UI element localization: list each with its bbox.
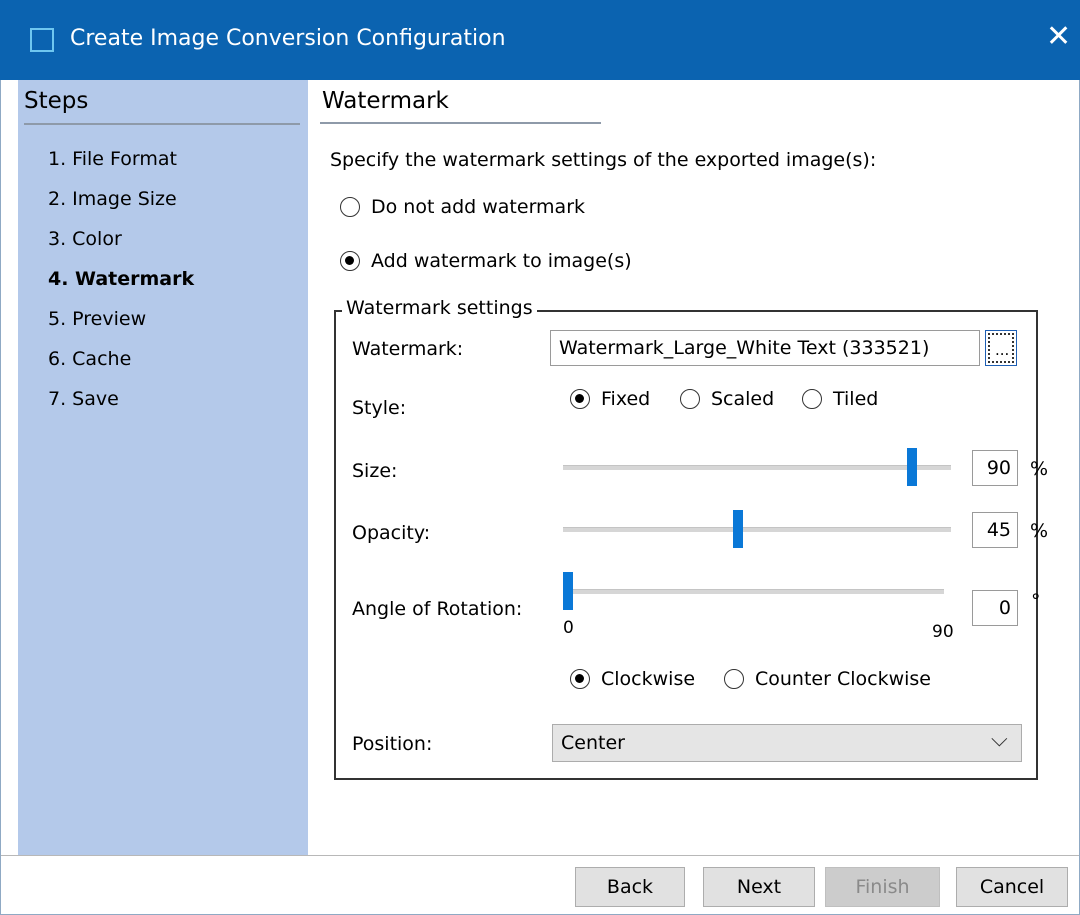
footer-divider xyxy=(0,855,1080,856)
step-watermark[interactable]: 4. Watermark xyxy=(48,268,194,290)
back-button[interactable]: Back xyxy=(575,867,685,907)
steps-title: Steps xyxy=(24,88,89,114)
rotation-value-field[interactable]: 0 xyxy=(972,590,1018,626)
rotation-slider-thumb[interactable] xyxy=(563,572,573,610)
position-value: Center xyxy=(561,732,625,754)
style-tiled-label[interactable]: Tiled xyxy=(833,388,878,410)
counter-clockwise-radio[interactable] xyxy=(724,669,744,689)
step-preview[interactable]: 5. Preview xyxy=(48,308,146,330)
cancel-button[interactable]: Cancel xyxy=(956,867,1068,907)
chevron-down-icon: ⌵ xyxy=(991,727,1008,752)
size-value-field[interactable]: 90 xyxy=(972,450,1018,486)
next-button[interactable]: Next xyxy=(703,867,815,907)
style-tiled-radio[interactable] xyxy=(802,389,822,409)
watermark-field[interactable]: Watermark_Large_White Text (333521) xyxy=(550,330,980,366)
style-scaled-label[interactable]: Scaled xyxy=(711,388,774,410)
step-cache[interactable]: 6. Cache xyxy=(48,348,131,370)
instruction-text: Specify the watermark settings of the ex… xyxy=(330,149,877,171)
counter-clockwise-label[interactable]: Counter Clockwise xyxy=(755,668,931,690)
position-label: Position: xyxy=(352,733,433,755)
no-watermark-radio[interactable] xyxy=(340,197,360,217)
position-dropdown[interactable]: Center ⌵ xyxy=(552,724,1022,762)
watermark-settings-title: Watermark settings xyxy=(342,297,537,319)
step-image-size[interactable]: 2. Image Size xyxy=(48,188,177,210)
watermark-label: Watermark: xyxy=(352,338,464,360)
add-watermark-radio[interactable] xyxy=(340,251,360,271)
no-watermark-label[interactable]: Do not add watermark xyxy=(371,196,585,218)
rotation-label: Angle of Rotation: xyxy=(352,598,523,620)
page-title-divider xyxy=(320,122,601,124)
opacity-label: Opacity: xyxy=(352,522,431,544)
steps-divider xyxy=(24,123,300,125)
rotation-slider-track[interactable] xyxy=(566,589,944,594)
rotation-max-label: 90 xyxy=(932,622,954,642)
step-color[interactable]: 3. Color xyxy=(48,228,122,250)
browse-button[interactable]: ... xyxy=(985,330,1017,366)
browse-ellipsis: ... xyxy=(995,341,1010,359)
finish-button: Finish xyxy=(825,867,940,907)
browse-focus-rect: ... xyxy=(988,333,1014,363)
size-slider-track[interactable] xyxy=(563,465,951,470)
opacity-value-field[interactable]: 45 xyxy=(972,512,1018,548)
size-label: Size: xyxy=(352,460,398,482)
style-scaled-radio[interactable] xyxy=(680,389,700,409)
opacity-slider-thumb[interactable] xyxy=(733,510,743,548)
size-unit: % xyxy=(1030,458,1049,480)
page-title: Watermark xyxy=(322,88,449,114)
opacity-unit: % xyxy=(1030,520,1049,542)
size-slider-thumb[interactable] xyxy=(907,448,917,486)
title-bar: Create Image Conversion Configuration ✕ xyxy=(0,0,1080,80)
rotation-unit: ° xyxy=(1031,590,1041,612)
style-label: Style: xyxy=(352,397,407,419)
opacity-slider-track[interactable] xyxy=(563,527,951,532)
step-file-format[interactable]: 1. File Format xyxy=(48,148,177,170)
close-icon[interactable]: ✕ xyxy=(1046,22,1071,52)
style-fixed-label[interactable]: Fixed xyxy=(601,388,650,410)
add-watermark-label[interactable]: Add watermark to image(s) xyxy=(371,250,632,272)
app-icon xyxy=(30,28,54,52)
style-fixed-radio[interactable] xyxy=(570,389,590,409)
window-title: Create Image Conversion Configuration xyxy=(70,26,506,51)
watermark-settings-group xyxy=(334,310,1038,780)
step-save[interactable]: 7. Save xyxy=(48,388,119,410)
clockwise-label[interactable]: Clockwise xyxy=(601,668,695,690)
clockwise-radio[interactable] xyxy=(570,669,590,689)
rotation-min-label: 0 xyxy=(563,618,574,638)
steps-panel: Steps 1. File Format 2. Image Size 3. Co… xyxy=(18,80,308,855)
